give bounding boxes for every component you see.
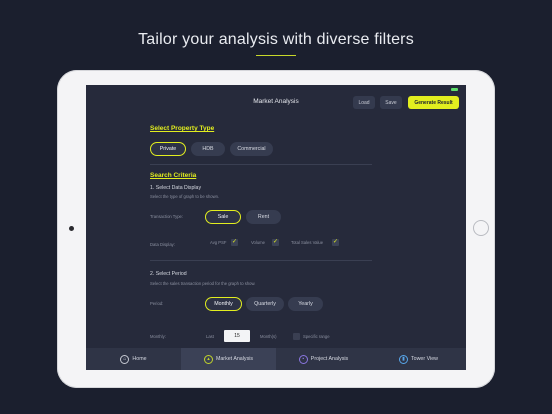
property-type-commercial[interactable]: Commercial (230, 142, 273, 156)
tab-tower-view[interactable]: ▮ Tower View (371, 348, 466, 370)
tab-tower-view-label: Tower View (411, 356, 438, 362)
data-display-avg-psf-label: Avg PSF (210, 240, 227, 245)
transaction-sale[interactable]: Sale (205, 210, 241, 224)
tab-home[interactable]: ⌂ Home (86, 348, 181, 370)
period-yearly[interactable]: Yearly (288, 297, 323, 311)
tab-home-label: Home (132, 356, 147, 362)
section-divider (150, 260, 372, 261)
home-icon: ⌂ (120, 354, 130, 364)
headline-underline (256, 55, 296, 56)
tab-market-analysis-label: Market Analysis (215, 356, 254, 362)
period-monthly[interactable]: Monthly (205, 297, 242, 311)
data-display-label: Data Display: (150, 242, 175, 247)
property-type-title: Select Property Type (150, 125, 215, 132)
transaction-rent[interactable]: Rent (246, 210, 281, 224)
tab-project-analysis-label: Project Analysis (310, 356, 349, 362)
step1-title: 1. Select Data Display (150, 185, 202, 191)
tablet-camera (69, 226, 74, 231)
transaction-type-label: Transaction Type: (150, 214, 184, 219)
property-type-private[interactable]: Private (150, 142, 186, 156)
tab-market-analysis[interactable]: ▴ Market Analysis (181, 348, 276, 370)
section-divider (150, 164, 372, 165)
market-analysis-icon: ▴ (203, 354, 213, 364)
app-screen: Market Analysis Load Save Generate Resul… (86, 85, 466, 370)
data-display-avg-psf-checkbox[interactable]: ✓ (231, 239, 238, 246)
tower-view-icon: ▮ (399, 354, 408, 364)
period-label: Period: (150, 301, 164, 306)
property-type-hdb[interactable]: HDB (191, 142, 225, 156)
data-display-volume-checkbox[interactable]: ✓ (272, 239, 279, 246)
monthly-label: Monthly: (150, 334, 166, 339)
last-label: Last (206, 334, 214, 339)
search-criteria-title: Search Criteria (150, 172, 197, 179)
months-label: Month(s) (260, 334, 277, 339)
last-months-input[interactable]: 15 (224, 330, 250, 342)
step2-hint: Select the sales transaction period for … (150, 281, 256, 286)
bottom-tab-bar: ⌂ Home ▴ Market Analysis ▪ Project Analy… (86, 348, 466, 370)
specific-range-label: Specific range (303, 334, 330, 339)
data-display-total-sales-label: Total Sales Value (291, 240, 324, 245)
project-analysis-icon: ▪ (298, 354, 308, 364)
data-display-volume-label: Volume (251, 240, 265, 245)
specific-range-checkbox[interactable]: ✓ (293, 333, 300, 340)
filter-form: Select Property Type Private HDB Commerc… (86, 85, 466, 350)
step1-hint: Select the type of graph to be shown. (150, 194, 220, 199)
promo-headline: Tailor your analysis with diverse filter… (138, 31, 414, 48)
data-display-total-sales-checkbox[interactable]: ✓ (332, 239, 339, 246)
period-quarterly[interactable]: Quarterly (246, 297, 284, 311)
tab-project-analysis[interactable]: ▪ Project Analysis (276, 348, 371, 370)
step2-title: 2. Select Period (150, 271, 187, 277)
tablet-home-button (473, 220, 489, 236)
